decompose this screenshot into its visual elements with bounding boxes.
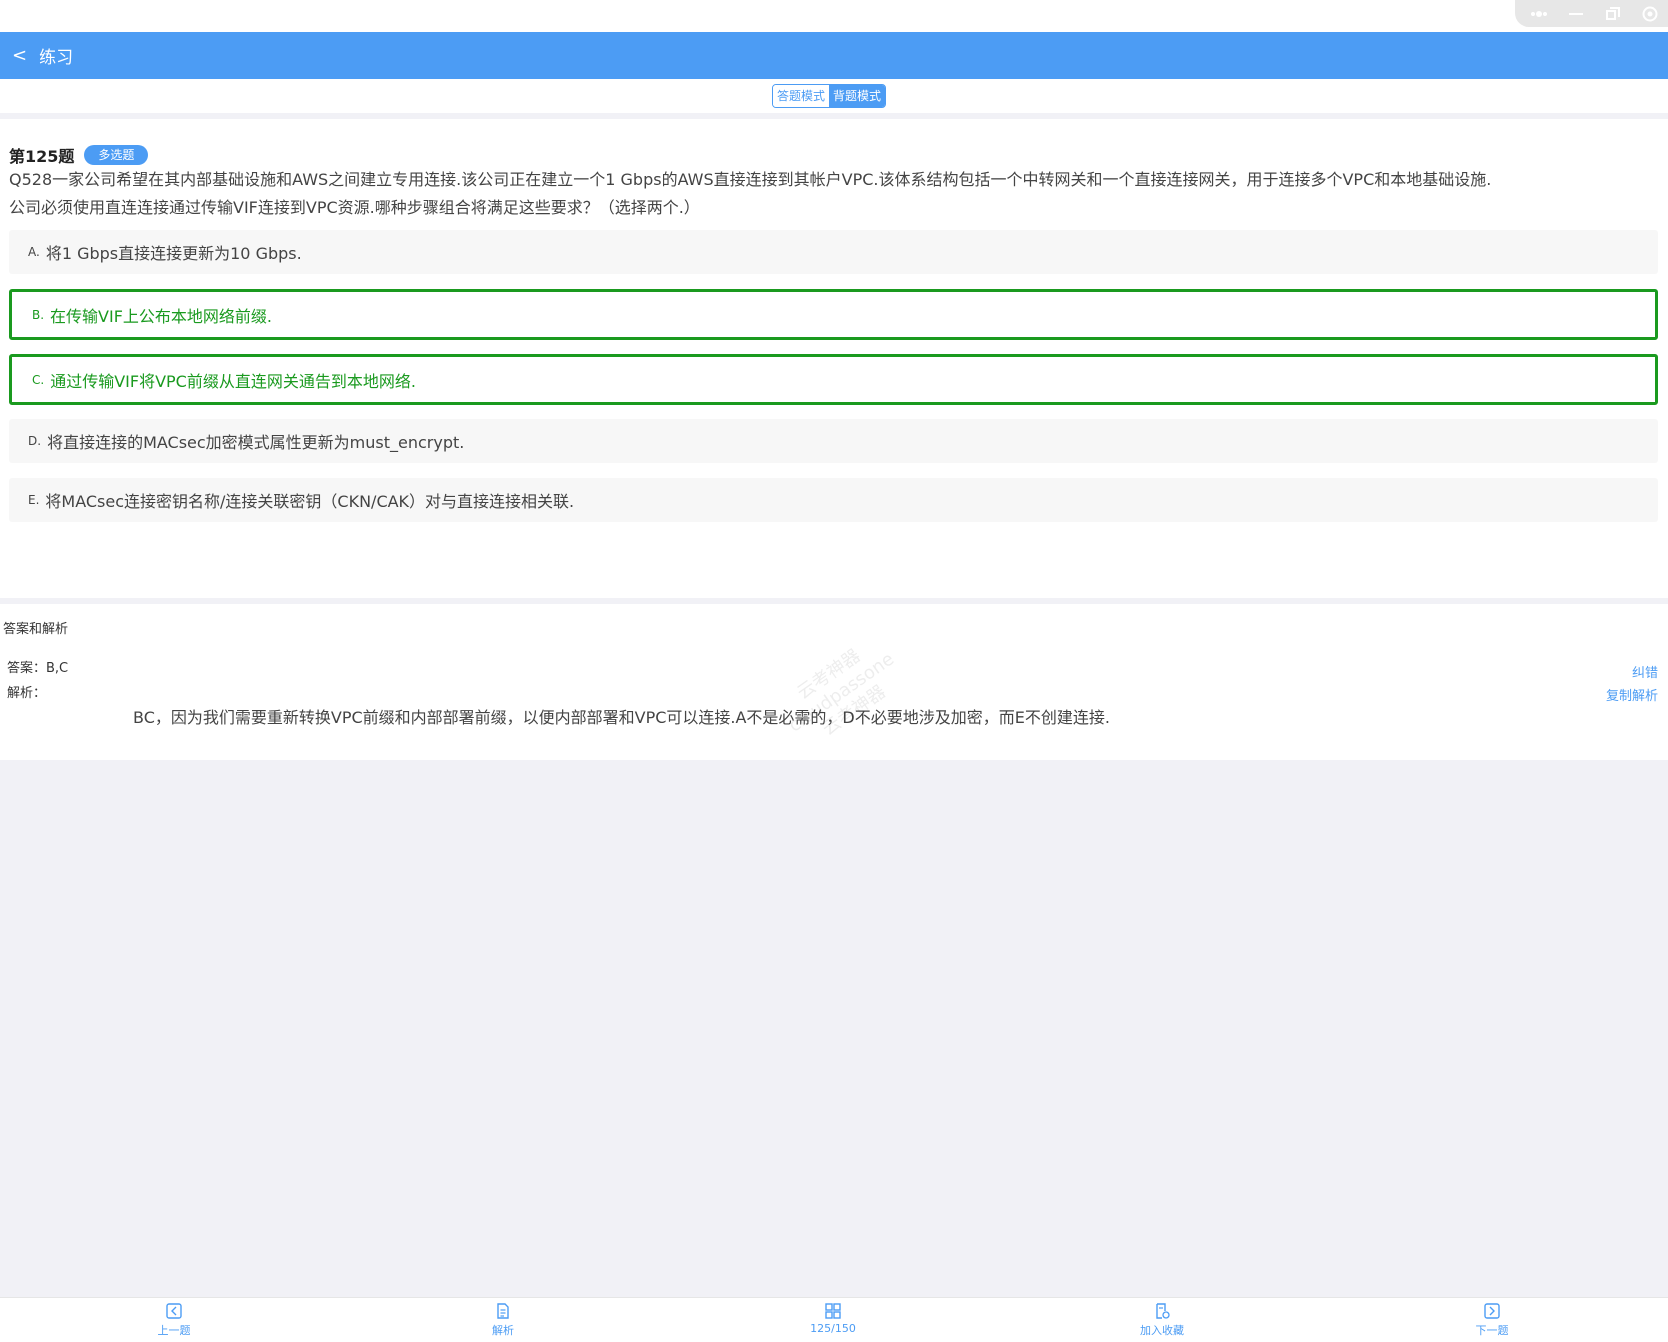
question-text-line-2: 公司必须使用直连连接通过传输VIF连接到VPC资源.哪种步骤组合将满足这些要求？… (9, 198, 700, 217)
question-header: 第125题 多选题 (9, 143, 149, 167)
prev-icon (166, 1303, 182, 1319)
explanation-text: BC，因为我们需要重新转换VPC前缀和内部部署前缀，以便内部部署和VPC可以连接… (133, 708, 1110, 727)
minimize-icon[interactable] (1562, 2, 1590, 26)
answer-section-heading: 答案和解析 (3, 622, 69, 637)
question-type-badge: 多选题 (84, 145, 149, 165)
question-text-line-1: Q528一家公司希望在其内部基础设施和AWS之间建立专用连接.该公司正在建立一个… (9, 170, 1492, 189)
next-question-button[interactable]: 下一题 (1432, 1302, 1552, 1338)
answer-card: 答案和解析 答案：B,C 解析： BC，因为我们需要重新转换VPC前缀和内部部署… (0, 604, 1668, 760)
option-c[interactable]: C. 通过传输VIF将VPC前缀从直连网关通告到本地网络. (9, 354, 1658, 405)
question-card: 第125题 多选题 Q528一家公司希望在其内部基础设施和AWS之间建立专用连接… (0, 119, 1668, 598)
option-letter: A. (28, 245, 40, 259)
next-question-label: 下一题 (1475, 1324, 1509, 1337)
option-letter: D. (28, 434, 42, 448)
restore-icon[interactable] (1599, 2, 1627, 26)
add-favorite-button[interactable]: 加入收藏 (1102, 1302, 1222, 1338)
option-a[interactable]: A. 将1 Gbps直接连接更新为10 Gbps. (9, 230, 1658, 274)
close-icon[interactable] (1636, 2, 1664, 26)
option-text: 将MACsec连接密钥名称/连接关联密钥（CKN/CAK）对与直接连接相关联. (45, 492, 575, 511)
option-e[interactable]: E. 将MACsec连接密钥名称/连接关联密钥（CKN/CAK）对与直接连接相关… (9, 478, 1658, 522)
explanation-label: 解析： (7, 686, 47, 701)
analysis-button[interactable]: 解析 (443, 1302, 563, 1338)
next-icon (1484, 1303, 1500, 1319)
more-icon[interactable] (1525, 2, 1553, 26)
question-text: Q528一家公司希望在其内部基础设施和AWS之间建立专用连接.该公司正在建立一个… (9, 166, 1659, 222)
favorite-icon (1156, 1303, 1170, 1319)
mode-bar: 答题模式 背题模式 (0, 79, 1668, 113)
window-controls (1515, 0, 1668, 27)
answer-line: 答案：B,C (7, 661, 69, 676)
document-icon (497, 1303, 509, 1319)
back-icon[interactable]: < (12, 46, 27, 65)
prev-question-button[interactable]: 上一题 (114, 1302, 234, 1338)
option-b[interactable]: B. 在传输VIF上公布本地网络前缀. (9, 289, 1658, 340)
option-text: 将1 Gbps直接连接更新为10 Gbps. (45, 244, 302, 263)
bottom-nav: 上一题 解析 125/150 加入收藏 下一题 (0, 1297, 1668, 1342)
option-letter: E. (28, 493, 40, 507)
analysis-label: 解析 (492, 1324, 514, 1337)
progress-label: 125/150 (810, 1322, 856, 1335)
app-header: < 练习 (0, 32, 1668, 79)
option-d[interactable]: D. 将直接连接的MACsec加密模式属性更新为must_encrypt. (9, 419, 1658, 463)
option-letter: B. (32, 307, 45, 322)
add-favorite-label: 加入收藏 (1140, 1324, 1184, 1337)
page-title: 练习 (39, 48, 74, 68)
answer-mode-tab[interactable]: 答题模式 (773, 85, 830, 107)
option-text: 通过传输VIF将VPC前缀从直连网关通告到本地网络. (50, 371, 416, 391)
option-text: 将直接连接的MACsec加密模式属性更新为must_encrypt. (47, 433, 465, 452)
option-letter: C. (32, 372, 45, 387)
question-number: 第125题 (9, 147, 75, 166)
memorize-mode-tab[interactable]: 背题模式 (829, 85, 886, 107)
question-grid-button[interactable]: 125/150 (773, 1302, 893, 1335)
prev-question-label: 上一题 (157, 1324, 191, 1337)
copy-explanation-link[interactable]: 复制解析 (1606, 685, 1658, 704)
option-text: 在传输VIF上公布本地网络前缀. (50, 306, 273, 326)
mode-toggle: 答题模式 背题模式 (772, 84, 887, 108)
report-error-link[interactable]: 纠错 (1632, 662, 1658, 681)
window-top-strip (0, 0, 1668, 32)
grid-icon (825, 1303, 841, 1319)
